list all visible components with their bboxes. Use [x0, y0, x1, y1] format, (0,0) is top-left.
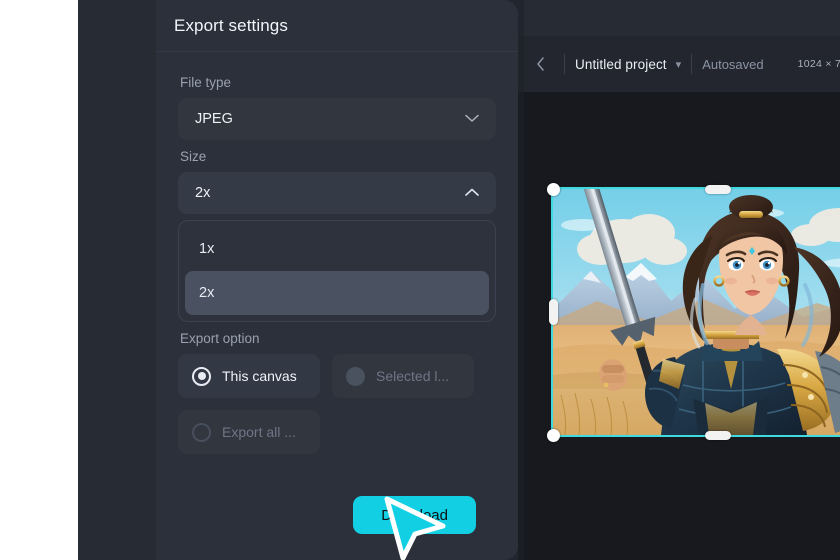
file-type-label: File type	[180, 75, 232, 90]
export-settings-panel: Export settings File type JPEG Size 2x 1…	[156, 0, 518, 560]
panel-body: File type JPEG Size 2x 1x 2x Export opti…	[156, 52, 518, 454]
export-option-spacer	[332, 410, 496, 454]
export-option-this-canvas-label: This canvas	[222, 368, 297, 384]
top-toolbar: Untitled project ▾ Autosaved 1024 × 768 …	[518, 36, 840, 92]
export-option-export-all[interactable]: Export all ...	[178, 410, 320, 454]
download-button[interactable]: Download	[353, 496, 476, 534]
resolution-value: 1024 × 768	[797, 58, 840, 70]
chevron-down-icon	[465, 113, 479, 125]
artwork-illustration	[553, 189, 840, 435]
export-option-this-canvas[interactable]: This canvas	[178, 354, 320, 398]
resize-handle-bottom-center[interactable]	[705, 430, 731, 440]
autosaved-status: Autosaved	[702, 56, 764, 72]
size-select[interactable]: 2x	[178, 172, 496, 214]
size-option-2x[interactable]: 2x	[185, 271, 489, 315]
resize-handle-middle-left[interactable]	[548, 299, 558, 325]
size-option-1x[interactable]: 1x	[185, 227, 489, 271]
panel-title: Export settings	[174, 15, 288, 35]
download-row: Download	[156, 496, 518, 534]
export-option-label: Export option	[180, 331, 260, 346]
radio-unselected-icon	[192, 422, 211, 442]
export-option-row-2: Export all ...	[178, 410, 496, 454]
export-option-row-1: This canvas Selected l...	[178, 354, 496, 398]
radio-selected-icon	[192, 366, 211, 386]
size-label: Size	[180, 149, 207, 164]
resize-handle-top-center[interactable]	[705, 184, 731, 194]
size-dropdown-list: 1x 2x	[178, 220, 496, 322]
project-name-dropdown[interactable]: Untitled project ▾	[575, 57, 681, 72]
resize-handle-bottom-left[interactable]	[546, 428, 560, 442]
project-title: Untitled project	[575, 56, 667, 72]
file-type-value: JPEG	[195, 111, 233, 127]
canvas-area[interactable]	[518, 92, 840, 560]
size-option-2x-label: 2x	[199, 285, 215, 301]
panel-header: Export settings	[156, 0, 518, 52]
app-root: Untitled project ▾ Autosaved 1024 × 768 …	[0, 0, 840, 560]
resolution-dropdown[interactable]: 1024 × 768 ▾	[798, 58, 840, 70]
export-option-selected-layers-label: Selected l...	[376, 368, 450, 384]
file-type-select[interactable]: JPEG	[178, 98, 496, 140]
artwork-image[interactable]	[551, 187, 840, 437]
resize-handle-top-left[interactable]	[546, 182, 560, 196]
size-option-1x-label: 1x	[199, 241, 215, 257]
toolbar-divider-1	[564, 54, 565, 74]
export-option-selected-layers[interactable]: Selected l...	[332, 354, 474, 398]
chevron-up-icon	[465, 187, 479, 199]
radio-disabled-icon	[346, 366, 365, 386]
toolbar-divider-2	[691, 54, 693, 74]
editor-shell: Untitled project ▾ Autosaved 1024 × 768 …	[78, 0, 840, 560]
export-option-export-all-label: Export all ...	[222, 424, 296, 440]
selected-artwork[interactable]	[546, 182, 840, 442]
chevron-down-icon: ▾	[675, 58, 682, 71]
back-button[interactable]	[526, 50, 554, 78]
size-value: 2x	[195, 185, 211, 201]
chevron-left-icon	[536, 57, 544, 71]
